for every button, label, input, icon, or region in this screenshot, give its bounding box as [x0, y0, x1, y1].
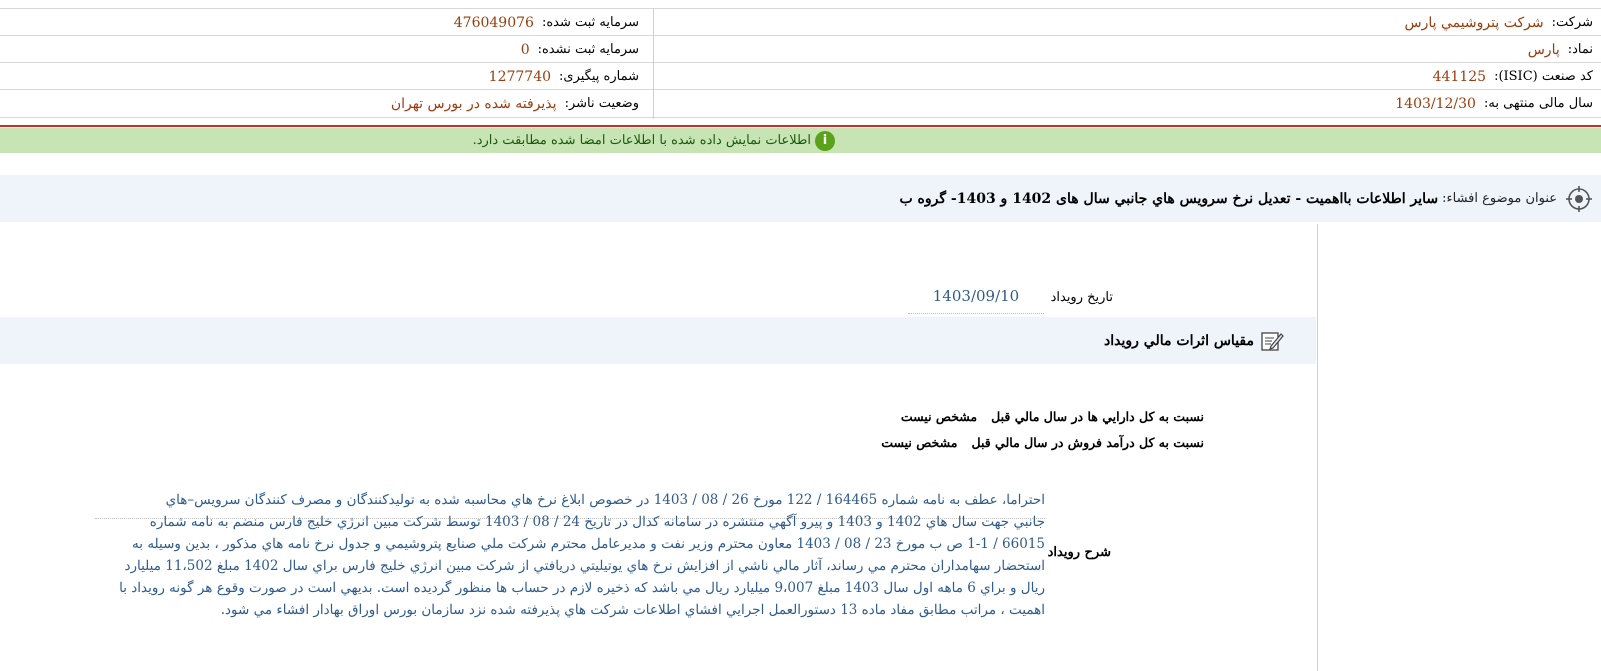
- unregistered-capital-label: سرمایه ثبت نشده:: [537, 42, 639, 57]
- ratio-revenue-label: نسبت به کل درآمد فروش در سال مالي قبل: [971, 435, 1204, 450]
- company-info-table: شرکت: شرکت پتروشيمي پارس سرمایه ثبت شده:…: [0, 8, 1601, 118]
- fiscal-year-cell: سال مالی منتهی به: 1403/12/30: [1395, 90, 1593, 117]
- verification-notice: i اطلاعات نمایش داده شده با اطلاعات امضا…: [0, 128, 1601, 153]
- ratio-revenue-value: مشخص نيست: [881, 435, 958, 450]
- target-icon: [1566, 185, 1592, 212]
- ratio-assets-row: نسبت به کل دارايي ها در سال مالي قبل مشخ…: [901, 409, 1204, 424]
- ratio-assets-label: نسبت به کل دارايي ها در سال مالي قبل: [991, 409, 1204, 424]
- unregistered-capital-value: 0: [520, 41, 530, 58]
- edit-icon: [1261, 331, 1284, 351]
- info-icon: i: [815, 130, 835, 151]
- tracking-cell: شماره پیگیری: 1277740: [489, 63, 639, 90]
- subject-label: عنوان موضوع افشاء:: [1442, 191, 1557, 206]
- publisher-status-cell: وضعیت ناشر: پذيرفته شده در بورس تهران: [391, 90, 639, 117]
- event-date-label: تاريخ رويداد: [1050, 290, 1113, 305]
- content-right-border: [1317, 224, 1318, 671]
- financial-effects-bar: مقياس اثرات مالي رويداد: [0, 317, 1316, 364]
- registered-capital-cell: سرمایه ثبت شده: 476049076: [454, 9, 639, 36]
- ratio-revenue-row: نسبت به کل درآمد فروش در سال مالي قبل مش…: [881, 435, 1204, 450]
- subject-content: عنوان موضوع افشاء: ساير اطلاعات بااهميت …: [899, 175, 1593, 222]
- event-description-text: احتراما، عطف به نامه شماره 164465 / 122 …: [119, 492, 1045, 618]
- publisher-status-value: پذيرفته شده در بورس تهران: [390, 95, 557, 112]
- symbol-label: نماد:: [1567, 42, 1593, 57]
- isic-label: کد صنعت (ISIC):: [1494, 69, 1593, 84]
- info-row-symbol: نماد: پارس سرمایه ثبت نشده: 0: [0, 35, 1601, 63]
- fiscal-year-label: سال مالی منتهی به:: [1483, 96, 1593, 111]
- info-row-company: شرکت: شرکت پتروشيمي پارس سرمایه ثبت شده:…: [0, 8, 1601, 36]
- company-value[interactable]: شرکت پتروشيمي پارس: [1404, 15, 1543, 31]
- subject-value: ساير اطلاعات بااهميت - تعديل نرخ سرويس ه…: [899, 190, 1439, 207]
- publisher-status-label: وضعیت ناشر:: [564, 96, 639, 111]
- header-column-divider: [653, 8, 654, 119]
- event-description-label: شرح رويداد: [1047, 545, 1111, 560]
- info-row-fiscal-year: سال مالی منتهی به: 1403/12/30 وضعیت ناشر…: [0, 89, 1601, 118]
- symbol-value[interactable]: پارس: [1528, 42, 1560, 58]
- unregistered-capital-cell: سرمایه ثبت نشده: 0: [521, 36, 639, 63]
- notice-text: اطلاعات نمایش داده شده با اطلاعات امضا ش…: [472, 133, 811, 148]
- fiscal-year-value: 1403/12/30: [1395, 95, 1476, 112]
- symbol-cell: نماد: پارس: [1528, 36, 1593, 63]
- isic-value: 441125: [1432, 68, 1487, 85]
- tracking-label: شماره پیگیری:: [559, 69, 639, 84]
- company-cell: شرکت: شرکت پتروشيمي پارس: [1404, 9, 1593, 36]
- registered-capital-value: 476049076: [453, 14, 534, 31]
- separator-line: [0, 125, 1601, 127]
- tracking-value: 1277740: [488, 68, 552, 85]
- info-row-isic: کد صنعت (ISIC): 441125 شماره پیگیری: 127…: [0, 62, 1601, 90]
- isic-cell: کد صنعت (ISIC): 441125: [1433, 63, 1593, 90]
- ratio-assets-value: مشخص نيست: [900, 409, 978, 424]
- event-date-value: 1403/09/10: [908, 286, 1044, 314]
- registered-capital-label: سرمایه ثبت شده:: [541, 15, 639, 30]
- company-label: شرکت:: [1551, 15, 1593, 30]
- financial-effects-header: مقياس اثرات مالي رويداد: [1104, 317, 1284, 364]
- financial-effects-title: مقياس اثرات مالي رويداد: [1104, 332, 1254, 349]
- notice-content: i اطلاعات نمایش داده شده با اطلاعات امضا…: [473, 128, 835, 153]
- subject-bar: عنوان موضوع افشاء: ساير اطلاعات بااهميت …: [0, 175, 1601, 222]
